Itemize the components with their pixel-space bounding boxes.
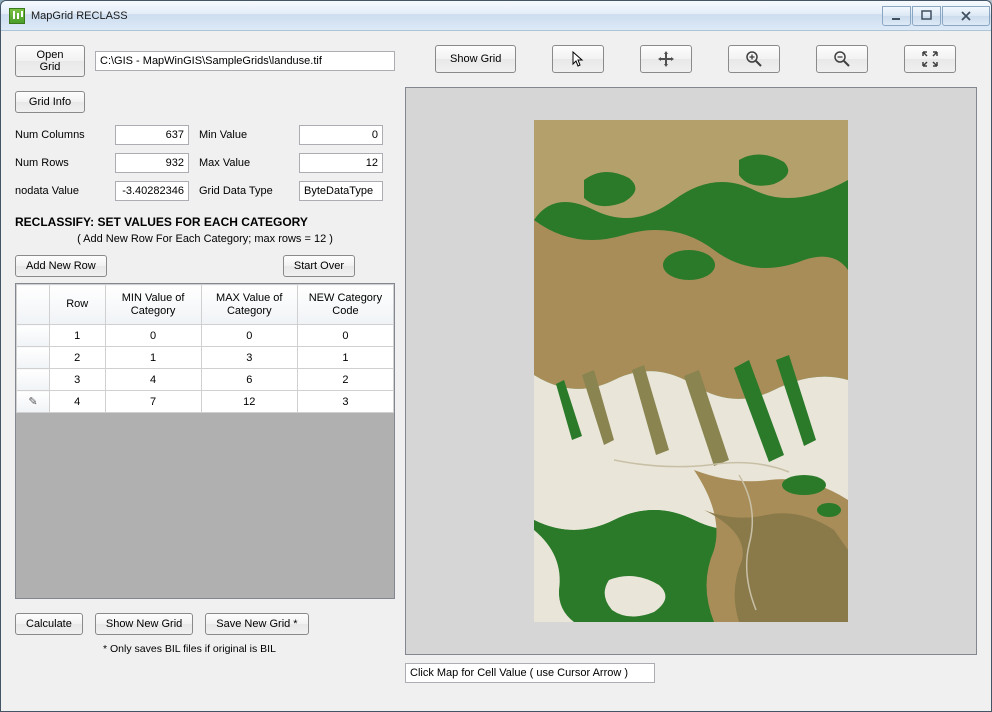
row-header[interactable] xyxy=(17,325,50,347)
cell-min[interactable]: 7 xyxy=(105,391,201,413)
show-grid-button[interactable]: Show Grid xyxy=(435,45,516,73)
cell-row[interactable]: 3 xyxy=(49,369,105,391)
reclass-table-wrap[interactable]: Row MIN Value of Category MAX Value of C… xyxy=(15,283,395,599)
cursor-arrow-icon xyxy=(569,50,587,68)
bottom-button-row: Calculate Show New Grid Save New Grid * xyxy=(15,613,395,635)
grid-info-row: Grid Info xyxy=(15,91,395,113)
max-val-label: Max Value xyxy=(199,157,289,169)
minimize-icon xyxy=(888,7,906,25)
app-icon xyxy=(9,8,25,24)
close-button[interactable] xyxy=(942,6,990,26)
row-header[interactable] xyxy=(17,347,50,369)
num-rows-label: Num Rows xyxy=(15,157,105,169)
save-footnote: * Only saves BIL files if original is BI… xyxy=(15,643,395,655)
titlebar[interactable]: MapGrid RECLASS xyxy=(1,1,991,31)
pan-arrows-icon xyxy=(657,50,675,68)
maximize-icon xyxy=(918,7,936,25)
cell-new[interactable]: 1 xyxy=(297,347,393,369)
num-cols-input[interactable] xyxy=(115,125,189,145)
close-icon xyxy=(957,7,975,25)
table-row[interactable]: 1 0 0 0 xyxy=(17,325,394,347)
app-window: MapGrid RECLASS Open Grid Grid Info xyxy=(0,0,992,712)
cell-row[interactable]: 2 xyxy=(49,347,105,369)
open-grid-row: Open Grid xyxy=(15,45,395,77)
right-panel: Show Grid xyxy=(405,45,977,703)
expand-arrows-icon xyxy=(921,50,939,68)
calculate-button[interactable]: Calculate xyxy=(15,613,83,635)
zoom-out-button[interactable] xyxy=(816,45,868,73)
num-cols-label: Num Columns xyxy=(15,129,105,141)
open-grid-button[interactable]: Open Grid xyxy=(15,45,85,77)
cell-value-status[interactable] xyxy=(405,663,655,683)
minimize-button[interactable] xyxy=(882,6,911,26)
cell-min[interactable]: 1 xyxy=(105,347,201,369)
status-row xyxy=(405,663,977,683)
max-val-input[interactable] xyxy=(299,153,383,173)
table-row[interactable]: 3 4 6 2 xyxy=(17,369,394,391)
zoom-in-icon xyxy=(745,50,763,68)
zoom-out-icon xyxy=(833,50,851,68)
cell-new[interactable]: 0 xyxy=(297,325,393,347)
th-new[interactable]: NEW Category Code xyxy=(297,285,393,325)
grid-info-button[interactable]: Grid Info xyxy=(15,91,85,113)
map-viewport[interactable] xyxy=(405,87,977,655)
reclass-table[interactable]: Row MIN Value of Category MAX Value of C… xyxy=(16,284,394,413)
cell-row[interactable]: 4 xyxy=(49,391,105,413)
min-val-input[interactable] xyxy=(299,125,383,145)
map-toolbar: Show Grid xyxy=(405,45,977,73)
cell-new[interactable]: 2 xyxy=(297,369,393,391)
cell-row[interactable]: 1 xyxy=(49,325,105,347)
cell-new[interactable]: 3 xyxy=(297,391,393,413)
save-new-grid-button[interactable]: Save New Grid * xyxy=(205,613,308,635)
cell-min[interactable]: 0 xyxy=(105,325,201,347)
data-type-input[interactable] xyxy=(299,181,383,201)
add-row-button[interactable]: Add New Row xyxy=(15,255,107,277)
table-corner xyxy=(17,285,50,325)
cell-max[interactable]: 12 xyxy=(201,391,297,413)
cell-max[interactable]: 3 xyxy=(201,347,297,369)
grid-info-fields: Num Columns Min Value Num Rows Max Value… xyxy=(15,125,395,201)
row-header[interactable] xyxy=(17,369,50,391)
cell-min[interactable]: 4 xyxy=(105,369,201,391)
file-path-input[interactable] xyxy=(95,51,395,71)
data-type-label: Grid Data Type xyxy=(199,185,289,197)
cell-max[interactable]: 0 xyxy=(201,325,297,347)
nodata-label: nodata Value xyxy=(15,185,105,197)
zoom-in-button[interactable] xyxy=(728,45,780,73)
content-area: Open Grid Grid Info Num Columns Min Valu… xyxy=(1,31,991,711)
pan-tool-button[interactable] xyxy=(640,45,692,73)
nodata-input[interactable] xyxy=(115,181,189,201)
num-rows-input[interactable] xyxy=(115,153,189,173)
th-min[interactable]: MIN Value of Category xyxy=(105,285,201,325)
left-panel: Open Grid Grid Info Num Columns Min Valu… xyxy=(15,45,395,703)
table-row[interactable]: 2 1 3 1 xyxy=(17,347,394,369)
full-extent-button[interactable] xyxy=(904,45,956,73)
start-over-button[interactable]: Start Over xyxy=(283,255,355,277)
maximize-button[interactable] xyxy=(912,6,941,26)
table-row[interactable]: ✎ 4 7 12 3 xyxy=(17,391,394,413)
table-action-row: Add New Row Start Over xyxy=(15,255,395,277)
reclass-sub: ( Add New Row For Each Category; max row… xyxy=(15,233,395,245)
landuse-map-image xyxy=(534,120,848,622)
min-val-label: Min Value xyxy=(199,129,289,141)
th-row[interactable]: Row xyxy=(49,285,105,325)
cursor-tool-button[interactable] xyxy=(552,45,604,73)
reclass-header: RECLASSIFY: SET VALUES FOR EACH CATEGORY xyxy=(15,215,395,229)
window-title: MapGrid RECLASS xyxy=(31,10,882,22)
cell-max[interactable]: 6 xyxy=(201,369,297,391)
show-new-grid-button[interactable]: Show New Grid xyxy=(95,613,193,635)
row-header-editing[interactable]: ✎ xyxy=(17,391,50,413)
pencil-icon: ✎ xyxy=(28,396,37,408)
window-controls xyxy=(882,6,990,26)
th-max[interactable]: MAX Value of Category xyxy=(201,285,297,325)
